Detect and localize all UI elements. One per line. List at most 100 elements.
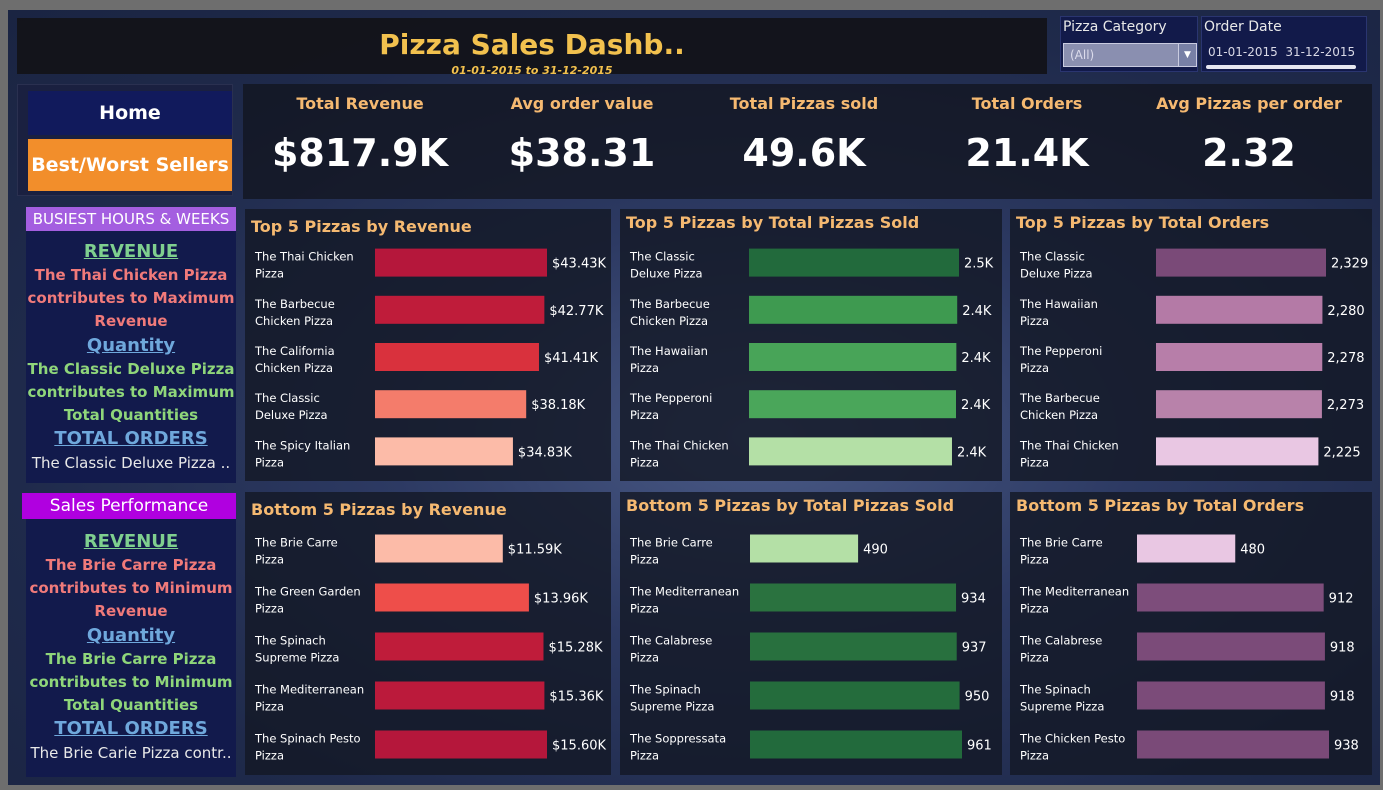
- bar[interactable]: [1156, 248, 1326, 277]
- bar[interactable]: [375, 390, 527, 419]
- data-label: 2,329: [1331, 257, 1368, 272]
- chart-svg: The Thai Chicken Pizza $43.43K The Barbecue…: [254, 248, 606, 469]
- bar[interactable]: [749, 437, 952, 466]
- kpi-value: 2.32: [1202, 131, 1296, 175]
- sales-revenue-text: contributes to Minimum: [29, 579, 233, 597]
- kpi-label: Avg Pizzas per order: [1156, 94, 1342, 113]
- category-label: The Mediterranean Pizza: [1019, 585, 1129, 616]
- bar[interactable]: [1156, 295, 1323, 324]
- busiest-revenue-heading: REVENUE: [83, 241, 179, 262]
- bar[interactable]: [750, 534, 859, 563]
- chart-top5-revenue: Top 5 Pizzas by Revenue The Thai Chicken…: [245, 209, 611, 481]
- chart-bottom5-revenue: Bottom 5 Pizzas by Revenue The Brie Carr…: [245, 492, 611, 775]
- header-bar: Pizza Sales Dashb.. 01-01-2015 to 31-12-…: [17, 18, 1047, 77]
- data-label: $15.60K: [552, 739, 606, 754]
- chart-svg: The Brie Carre Pizza 480 The Mediterranean P…: [1019, 534, 1359, 763]
- bar[interactable]: [750, 632, 957, 661]
- home-button[interactable]: Home: [28, 91, 232, 135]
- busiest-hours-button[interactable]: BUSIEST HOURS & WEEKS: [26, 207, 236, 231]
- page-title: Pizza Sales Dashb..: [379, 28, 685, 61]
- bar[interactable]: [375, 295, 545, 324]
- sales-revenue-text: Revenue: [94, 602, 168, 620]
- busiest-quantity-text: contributes to Maximum: [27, 383, 235, 401]
- category-label: The Chicken Pesto Pizza: [1019, 732, 1125, 763]
- chart-svg: The Classic Deluxe Pizza 2.5K The Barbecue C…: [629, 248, 994, 469]
- bar[interactable]: [749, 390, 957, 419]
- kpi-total-revenue: Total Revenue $817.9K: [249, 84, 471, 175]
- category-label: The Thai Chicken Pizza: [1019, 438, 1119, 469]
- bar[interactable]: [1156, 390, 1322, 419]
- chart-top5-orders: Top 5 Pizzas by Total Orders The Classic…: [1010, 209, 1372, 481]
- kpi-value: $38.31: [508, 131, 656, 175]
- chart-title: Top 5 Pizzas by Total Pizzas Sold: [626, 213, 920, 232]
- data-label: $15.36K: [549, 690, 603, 705]
- bar[interactable]: [375, 437, 513, 466]
- order-date-start: 01-01-2015: [1208, 45, 1278, 59]
- bar[interactable]: [375, 681, 545, 710]
- busiest-orders-text: The Classic Deluxe Pizza ..: [31, 454, 231, 472]
- bar[interactable]: [749, 343, 957, 371]
- order-date-end: 31-12-2015: [1285, 45, 1356, 59]
- order-date-slider[interactable]: [1206, 65, 1356, 69]
- data-label: 2,280: [1327, 304, 1364, 319]
- sales-performance-button[interactable]: Sales Performance: [22, 493, 236, 519]
- category-label: The Soppressata Pizza: [629, 732, 726, 763]
- busiest-revenue-text: Revenue: [94, 312, 168, 330]
- data-label: $13.96K: [534, 592, 588, 607]
- data-label: $15.28K: [548, 641, 602, 656]
- data-label: 918: [1330, 641, 1355, 656]
- bar[interactable]: [750, 681, 960, 710]
- category-label: The Mediterranean Pizza: [629, 585, 739, 616]
- chart-title: Bottom 5 Pizzas by Total Pizzas Sold: [626, 496, 955, 515]
- data-label: $42.77K: [549, 304, 603, 319]
- category-label: The Green Garden Pizza: [254, 585, 361, 616]
- bar[interactable]: [375, 632, 544, 661]
- bar[interactable]: [749, 295, 958, 324]
- data-label: $38.18K: [531, 398, 585, 413]
- sales-quantity-text: contributes to Minimum: [29, 673, 233, 691]
- sales-quantity-text: The Brie Carre Pizza: [45, 650, 217, 668]
- best-worst-sellers-button[interactable]: Best/Worst Sellers: [28, 139, 232, 191]
- chart-svg: The Classic Deluxe Pizza 2,329 The Hawaiian…: [1019, 248, 1368, 469]
- bar[interactable]: [375, 534, 503, 563]
- bar[interactable]: [375, 730, 547, 759]
- category-label: The Barbecue Chicken Pizza: [1019, 391, 1100, 422]
- order-date-label: Order Date: [1204, 19, 1282, 35]
- sales-revenue-heading: REVENUE: [83, 531, 179, 552]
- category-label: The Thai Chicken Pizza: [254, 250, 354, 281]
- nav-panel: Home Best/Worst Sellers: [17, 84, 233, 196]
- category-label: The Brie Carre Pizza: [629, 536, 713, 567]
- category-label: The Calabrese Pizza: [1019, 634, 1102, 665]
- data-label: 918: [1330, 690, 1355, 705]
- data-label: $43.43K: [552, 257, 606, 272]
- bar[interactable]: [1137, 583, 1324, 612]
- chart-top5-pizzas-sold: Top 5 Pizzas by Total Pizzas Sold The Cl…: [620, 209, 1002, 481]
- chart-title: Top 5 Pizzas by Total Orders: [1016, 213, 1270, 232]
- dashboard-root: Pizza Sales Dashb.. 01-01-2015 to 31-12-…: [8, 10, 1380, 785]
- bar[interactable]: [1137, 681, 1325, 710]
- chart-svg: The Brie Carre Pizza $11.59K The Green Gard…: [254, 534, 606, 763]
- bar[interactable]: [1137, 730, 1329, 759]
- data-label: $34.83K: [518, 445, 572, 460]
- category-label: The Pepperoni Pizza: [1019, 344, 1102, 375]
- bar[interactable]: [375, 343, 539, 371]
- busiest-hours-panel: BUSIEST HOURS & WEEKS REVENUE The Thai C…: [26, 207, 236, 483]
- pizza-category-select[interactable]: (All) ▼: [1063, 43, 1197, 67]
- chevron-down-icon[interactable]: ▼: [1178, 44, 1196, 66]
- bar[interactable]: [375, 583, 529, 612]
- bar[interactable]: [375, 248, 547, 277]
- category-label: The Spinach Supreme Pizza: [629, 683, 714, 714]
- bar[interactable]: [1137, 632, 1325, 661]
- category-label: The California Chicken Pizza: [254, 344, 335, 375]
- bar[interactable]: [1156, 437, 1319, 466]
- bar[interactable]: [1156, 343, 1323, 371]
- kpi-value: 21.4K: [965, 131, 1089, 175]
- data-label: 490: [863, 543, 888, 558]
- bar[interactable]: [749, 248, 959, 277]
- bar[interactable]: [750, 730, 962, 759]
- category-label: The Brie Carre Pizza: [1019, 536, 1103, 567]
- bar[interactable]: [1137, 534, 1236, 563]
- data-label: $11.59K: [508, 543, 562, 558]
- data-label: 961: [967, 739, 992, 754]
- bar[interactable]: [750, 583, 957, 612]
